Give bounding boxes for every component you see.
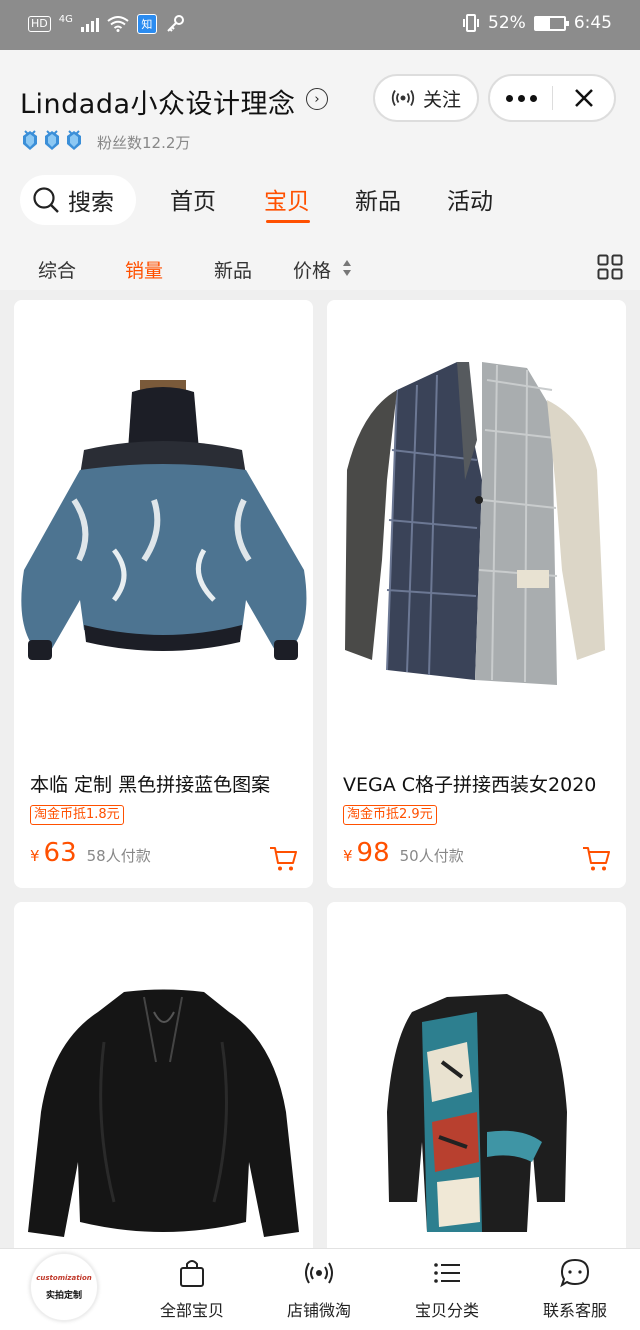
more-button[interactable]: [490, 76, 552, 120]
hd-icon: HD: [28, 16, 51, 32]
crown-badge-icon: [45, 130, 59, 150]
shop-name[interactable]: Lindada小众设计理念: [20, 82, 296, 121]
sort-sales[interactable]: 销量: [125, 256, 163, 283]
tab-events[interactable]: 活动: [447, 182, 493, 216]
all-items-label: 全部宝贝: [159, 1301, 224, 1320]
sort-new[interactable]: 新品: [214, 256, 252, 283]
shop-header: Lindada小众设计理念 › 关注 粉丝数12.2万 搜索 首页 宝贝 新品 …: [0, 50, 640, 290]
battery-icon: [533, 15, 569, 31]
product-image: [327, 902, 626, 1262]
product-card[interactable]: VEGA C格子拼接西装女2020 淘金币抵2.9元 ¥ 98 50人付款: [327, 300, 626, 888]
tab-new[interactable]: 新品: [355, 182, 401, 216]
customer-service-button[interactable]: 联系客服: [520, 1257, 630, 1321]
list-icon: [434, 1263, 460, 1283]
search-label: 搜索: [68, 190, 114, 216]
logo-text-bottom: 实拍定制: [45, 1290, 82, 1301]
product-card[interactable]: [327, 902, 626, 1262]
product-price: 63: [43, 838, 77, 868]
price-row: ¥ 98 50人付款: [343, 838, 464, 868]
all-items-button[interactable]: 全部宝贝: [137, 1257, 247, 1321]
shop-rating-badges: [20, 130, 84, 152]
broadcast-icon: [305, 1262, 333, 1284]
shop-info-arrow-icon[interactable]: ›: [306, 88, 328, 110]
currency-symbol: ¥: [343, 847, 353, 865]
customer-service-label: 联系客服: [542, 1301, 607, 1320]
price-row: ¥ 63 58人付款: [30, 838, 151, 868]
product-image: [327, 300, 626, 740]
close-button[interactable]: [553, 76, 614, 120]
coupon-badge: 淘金币抵2.9元: [343, 805, 437, 825]
more-dots-icon: [505, 94, 513, 102]
follow-label: 关注: [422, 88, 461, 111]
product-image: [14, 902, 313, 1262]
zhihu-app-icon: 知: [136, 14, 157, 34]
bottom-tab-bar: customization 实拍定制 全部宝贝 店铺微淘 宝贝分类 联系客服: [0, 1248, 640, 1330]
active-tab-indicator: [266, 220, 310, 223]
crown-badge-icon: [23, 130, 37, 150]
shop-logo[interactable]: customization 实拍定制: [30, 1253, 98, 1321]
tab-home[interactable]: 首页: [170, 182, 216, 216]
battery-percent: 52%: [488, 13, 526, 33]
coupon-badge: 淘金币抵1.8元: [30, 805, 124, 825]
add-to-cart-icon[interactable]: [269, 846, 297, 872]
bag-icon: [180, 1260, 204, 1287]
sort-price[interactable]: 价格: [293, 256, 331, 283]
follow-button[interactable]: 关注: [373, 74, 479, 122]
search-button[interactable]: 搜索: [20, 175, 136, 225]
status-bar: HD 4G 知 52% 6:45: [0, 0, 640, 50]
sales-count: 58人付款: [86, 847, 151, 865]
vibrate-icon: [463, 14, 480, 32]
shop-nav: 搜索 首页 宝贝 新品 活动: [0, 170, 640, 230]
key-icon: [167, 15, 184, 32]
product-card[interactable]: [14, 902, 313, 1262]
logo-text-top: customization: [36, 1273, 92, 1282]
add-to-cart-icon[interactable]: [582, 846, 610, 872]
product-price: 98: [356, 838, 390, 868]
product-title: 本临 定制 黑色拼接蓝色图案: [30, 774, 271, 796]
close-icon: [574, 89, 593, 107]
fans-count: 粉丝数12.2万: [97, 134, 191, 152]
clock: 6:45: [573, 13, 612, 33]
shop-feed-button[interactable]: 店铺微淘: [264, 1257, 374, 1321]
product-image: [14, 300, 313, 740]
grid-view-icon[interactable]: [597, 254, 623, 280]
mini-program-capsule: [488, 74, 616, 122]
currency-symbol: ¥: [30, 847, 40, 865]
sort-bar: 综合 销量 新品 价格: [0, 246, 640, 290]
search-icon: [33, 187, 59, 213]
categories-button[interactable]: 宝贝分类: [392, 1257, 502, 1321]
sort-comprehensive[interactable]: 综合: [38, 256, 76, 283]
sort-arrows-icon: [343, 260, 351, 276]
tab-items[interactable]: 宝贝: [264, 182, 310, 216]
categories-label: 宝贝分类: [414, 1301, 479, 1320]
chat-icon: [560, 1258, 590, 1288]
sales-count: 50人付款: [399, 847, 464, 865]
product-title: VEGA C格子拼接西装女2020: [343, 774, 597, 796]
wifi-icon: [107, 16, 129, 32]
crown-badge-icon: [67, 130, 81, 150]
product-card[interactable]: 本临 定制 黑色拼接蓝色图案 淘金币抵1.8元 ¥ 63 58人付款: [14, 300, 313, 888]
network-type-label: 4G: [58, 13, 73, 25]
signal-icon: [80, 16, 99, 32]
broadcast-icon: [391, 90, 415, 106]
shop-feed-label: 店铺微淘: [286, 1301, 351, 1320]
